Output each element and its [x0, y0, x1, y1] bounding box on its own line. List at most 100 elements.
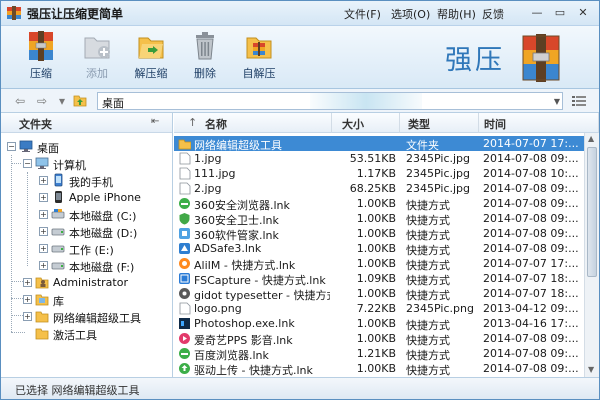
delete-button[interactable]: 删除 — [183, 30, 227, 86]
restore-button[interactable]: ▭ — [552, 6, 568, 20]
image-file-icon — [179, 182, 191, 195]
tree-item-drive-c[interactable]: + 本地磁盘 (C:) — [39, 206, 169, 223]
file-row[interactable]: logo.png 7.22KB 2345Pic.png 2013-04-12 09:.… — [174, 301, 584, 316]
menu-options[interactable]: 选项(O) — [391, 6, 430, 22]
tree-item-label: 我的手机 — [69, 176, 113, 189]
typesetter-icon — [179, 288, 190, 299]
file-row[interactable]: 驱动上传 - 快捷方式.lnk 1.00KB 快捷方式 2014-07-08 09:.… — [174, 361, 584, 377]
file-name: 2.jpg — [194, 182, 222, 195]
file-size: 1.21KB — [356, 347, 396, 360]
tree-item-desktop[interactable]: − 桌面 — [7, 138, 167, 155]
expand-toggle[interactable]: + — [39, 261, 48, 270]
file-name: 111.jpg — [194, 167, 236, 180]
collapse-toggle[interactable]: − — [23, 159, 32, 168]
minimize-button[interactable]: — — [529, 6, 545, 20]
tree-item-administrator[interactable]: + Administrator — [23, 274, 168, 291]
file-row[interactable]: 2.jpg 68.25KB 2345Pic.jpg 2014-07-08 09:... — [174, 181, 584, 196]
tree-item-drive-d[interactable]: + 本地磁盘 (D:) — [39, 223, 169, 240]
forward-arrow-icon[interactable]: ⇨ — [37, 94, 47, 108]
file-name: Photoshop.exe.lnk — [194, 317, 295, 330]
file-name: logo.png — [194, 302, 242, 315]
expand-toggle[interactable]: + — [39, 210, 48, 219]
app-manager-icon — [179, 228, 190, 239]
tree-item-network-tools[interactable]: + 网络编辑超级工具 — [23, 308, 171, 325]
expand-toggle[interactable]: + — [39, 244, 48, 253]
expand-toggle[interactable]: + — [23, 278, 32, 287]
scroll-thumb[interactable] — [587, 147, 597, 277]
column-time[interactable]: 时间 — [479, 113, 599, 133]
expand-toggle[interactable]: + — [39, 176, 48, 185]
desktop-icon — [19, 140, 33, 152]
expand-toggle[interactable]: + — [23, 295, 32, 304]
up-folder-icon[interactable] — [73, 94, 87, 107]
menu-feedback[interactable]: 反馈 — [482, 6, 504, 22]
file-row[interactable]: 百度浏览器.lnk 1.21KB 快捷方式 2014-07-08 09:... — [174, 346, 584, 362]
menu-help[interactable]: 帮助(H) — [437, 6, 476, 22]
compress-button[interactable]: 压缩 — [19, 30, 63, 86]
file-row[interactable]: AliIM - 快捷方式.lnk 1.00KB 快捷方式 2014-07-07 17:… — [174, 256, 584, 272]
self-extract-button[interactable]: 自解压 — [237, 30, 281, 86]
tree-item-computer[interactable]: − 计算机 — [23, 155, 163, 172]
tree-item-drive-f[interactable]: + 本地磁盘 (F:) — [39, 257, 169, 274]
scroll-up-icon[interactable]: ▲ — [588, 134, 594, 143]
tree-item-drive-e[interactable]: + 工作 (E:) — [39, 240, 169, 257]
file-time: 2014-07-07 18:... — [483, 287, 579, 300]
close-button[interactable]: ✕ — [575, 6, 591, 20]
file-row[interactable]: gidot typesetter - 快捷方式...1.00KB快捷方式2014… — [174, 286, 584, 302]
expand-toggle[interactable]: + — [23, 312, 32, 321]
column-type[interactable]: 类型 — [400, 113, 479, 133]
expand-toggle[interactable]: + — [39, 227, 48, 236]
column-size[interactable]: 大小 — [332, 113, 400, 133]
file-type: 2345Pic.png — [406, 302, 474, 315]
file-time: 2014-07-07 17:... — [483, 257, 579, 270]
file-row[interactable]: 360安全浏览器.lnk 1.00KB 快捷方式 2014-07-08 09:... — [174, 196, 584, 212]
file-row[interactable]: 网络编辑超级工具 文件夹 2014-07-07 17:... — [174, 136, 584, 152]
tree-item-my-phone[interactable]: + 我的手机 — [39, 172, 169, 189]
back-arrow-icon[interactable]: ⇦ — [15, 94, 25, 108]
browser-icon — [179, 198, 190, 209]
add-button[interactable]: 添加 — [75, 30, 119, 86]
column-name[interactable]: ↑ 名称 — [174, 113, 332, 133]
extract-button[interactable]: 解压缩 — [129, 30, 173, 86]
app-window: 强压让压缩更简单 文件(F) 选项(O) 帮助(H) 反馈 — ▭ ✕ 压缩 添… — [0, 0, 600, 400]
menu-file[interactable]: 文件(F) — [344, 6, 381, 22]
file-name: 1.jpg — [194, 152, 222, 165]
file-row[interactable]: Photoshop.exe.lnk 1.00KB 快捷方式 2013-04-16 17… — [174, 316, 584, 332]
file-size: 1.00KB — [356, 362, 396, 375]
extract-folder-icon — [138, 37, 164, 59]
file-row[interactable]: ADSafe3.lnk 1.00KB 快捷方式 2014-07-08 09:... — [174, 241, 584, 257]
drive-icon — [51, 228, 65, 236]
file-time: 2014-07-08 10:... — [483, 167, 579, 180]
file-row[interactable]: 爱奇艺PPS 影音.lnk 1.00KB 快捷方式 2014-07-08 09:... — [174, 331, 584, 347]
folder-tree-title: 文件夹 — [19, 118, 52, 131]
tree-item-label: 本地磁盘 (C:) — [69, 210, 137, 223]
chevron-down-icon[interactable]: ▾ — [59, 94, 65, 108]
tree-item-apple-iphone[interactable]: + Apple iPhone — [39, 189, 169, 206]
file-time: 2014-07-07 18:... — [483, 272, 579, 285]
image-file-icon — [179, 167, 191, 180]
collapse-toggle[interactable]: − — [7, 142, 16, 151]
file-row[interactable]: 1.jpg 53.51KB 2345Pic.jpg 2014-07-08 09:... — [174, 151, 584, 166]
scroll-down-icon[interactable]: ▼ — [588, 365, 594, 374]
tree-item-library[interactable]: + 库 — [23, 291, 168, 308]
file-row[interactable]: 360软件管家.lnk 1.00KB 快捷方式 2014-07-08 09:... — [174, 226, 584, 242]
file-row[interactable]: 360安全卫士.lnk 1.00KB 快捷方式 2014-07-08 09:... — [174, 211, 584, 227]
expand-toggle[interactable]: + — [39, 193, 48, 202]
title-bar[interactable]: 强压让压缩更简单 文件(F) 选项(O) 帮助(H) 反馈 — ▭ ✕ — [1, 1, 599, 26]
file-time: 2014-07-08 09:... — [483, 152, 579, 165]
view-mode-icon[interactable] — [572, 95, 586, 107]
file-row[interactable]: FSCapture - 快捷方式.lnk 1.09KB 快捷方式 2014-07-07… — [174, 271, 584, 287]
file-type: 2345Pic.jpg — [406, 152, 471, 165]
vertical-scrollbar[interactable]: ▲ ▼ — [584, 133, 599, 377]
column-name-label: 名称 — [205, 118, 227, 131]
file-time: 2014-07-08 09:... — [483, 347, 579, 360]
address-dropdown-icon[interactable]: ▼ — [554, 97, 560, 106]
phone-icon — [54, 173, 63, 187]
folder-icon — [178, 139, 191, 150]
collapse-pane-icon[interactable]: ⇤ — [151, 116, 159, 127]
tree-item-label: 网络编辑超级工具 — [53, 312, 141, 325]
address-input[interactable]: 桌面 ▼ — [97, 92, 563, 110]
tree-item-activation-tools[interactable]: 激活工具 — [23, 325, 171, 342]
file-size: 1.00KB — [356, 317, 396, 330]
file-row[interactable]: 111.jpg 1.17KB 2345Pic.jpg 2014-07-08 10:..… — [174, 166, 584, 181]
